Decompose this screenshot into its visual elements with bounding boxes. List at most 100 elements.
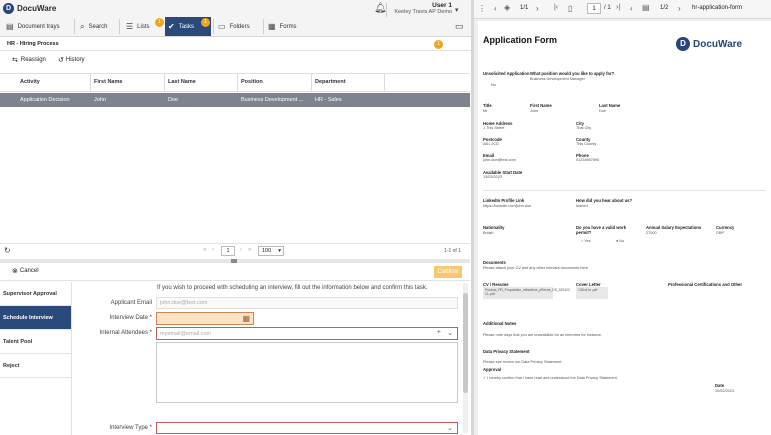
viewer-page-input[interactable]: 1 [587,3,601,14]
cell-department: HR - Sales [315,97,342,103]
user-menu[interactable]: User 1 Keeley Travis AP Demo [388,2,452,15]
doc-notes-hint: Please note days that you are unavailabl… [483,333,603,337]
nav-tasks[interactable]: ✔ Tasks 1 [165,17,211,36]
doc-label-work-permit: Do you have a valid work permit? [576,225,627,235]
doc-heading-notes: Additional Notes [483,321,517,326]
calendar-icon[interactable]: ▦ [242,314,250,323]
column-header-first-name[interactable]: First Name [94,79,122,85]
scrollbar-thumb[interactable] [463,293,468,393]
next-icon[interactable]: › [536,4,539,13]
next-page-icon[interactable]: › [240,247,242,253]
doc-value-start-date: 13/03/2023 [483,175,503,179]
doc-value-nationality: British [483,231,494,235]
lists-count-badge: 1 [155,18,164,27]
interview-type-select[interactable]: ⌄ [156,422,458,434]
sidebar-item-reject[interactable]: Reject [0,354,71,378]
brand-logo[interactable]: D DocuWare [3,3,56,14]
nav-search[interactable]: ⌕ Search [78,17,116,36]
layers-icon[interactable]: ◈ [504,3,510,12]
attendees-input[interactable]: myemail@email.com + ⌄ [156,327,458,340]
doc-value-unsolicited: No [491,83,496,87]
confirm-button[interactable]: Confirm [434,266,462,278]
first-page-icon[interactable]: « [203,247,206,253]
user-name: User 1 [432,2,452,9]
reassign-button[interactable]: ⇆ Reassign [12,56,46,64]
doc-value-position: Business Development Manager [530,77,585,81]
column-header-last-name[interactable]: Last Name [168,79,196,85]
cell-last-name: Doe [168,97,179,103]
radio-label: Yes [584,239,591,243]
add-icon[interactable]: + [437,329,441,336]
doc-label-salary: Annual Salary Expectations [646,225,702,230]
brand-name: DocuWare [17,4,57,13]
next-icon[interactable]: › [678,4,681,13]
table-row[interactable]: Application Decision John Doe Business D… [0,93,470,107]
history-icon: ↺ [58,57,64,64]
first-page-icon[interactable]: |‹ [554,4,558,11]
doc-label-position: What position would you like to apply fo… [530,71,615,76]
splitter-handle[interactable] [231,259,237,263]
nav-document-trays[interactable]: ▤ Document trays [3,17,73,36]
page-number-input[interactable]: 1 [221,246,235,256]
doc-documents-hint: Please attach your CV and any other rele… [483,266,589,270]
close-icon: ⊗ [12,268,18,275]
nav-folders[interactable]: ▭ Folders [216,17,260,36]
attendees-label: Internal Attendees * [99,330,152,336]
nav-lists[interactable]: ☰ Lists 1 [123,17,164,36]
applicant-email-label: Applicant Email [110,300,152,306]
sidebar-item-schedule-interview[interactable]: Schedule Interview [0,306,71,330]
folder-icon: ▭ [218,22,226,31]
column-header-department[interactable]: Department [315,79,346,85]
top-bar: D DocuWare 🔔︎ User 1 Keeley Travis AP De… [0,0,472,37]
cancel-button[interactable]: ⊗ Cancel [12,267,39,275]
document-icon[interactable]: ▤ [642,3,650,12]
doc-radio-no: ● No [616,239,625,243]
bell-icon[interactable]: 🔔︎ [374,3,387,14]
page-icon[interactable]: ▯ [568,4,572,13]
doc-value-first-name: John [530,109,539,113]
doc-heading-documents: Documents [483,260,506,265]
per-page-select[interactable]: 100 ▾ [258,246,284,256]
info-badge[interactable]: 1 [434,40,443,49]
chevron-down-icon[interactable]: ⌄ [447,329,453,337]
doc-label-currency: Currency [716,225,735,230]
attendees-list[interactable] [156,342,458,403]
doc-value-hear: Indeed [576,204,588,208]
last-page-icon[interactable]: ›| [616,4,620,11]
doc-value-county: This County [576,142,597,146]
more-icon[interactable]: ⋮ [478,4,486,13]
checkmark-icon: ✔ [168,22,175,31]
interview-date-field[interactable]: ▦ [156,312,254,325]
viewer-toggle-icon[interactable]: ▭ [455,21,464,32]
doc-value-email: john.doe@test.com [483,158,516,162]
pager-bar: ↻ « ‹ 1 › » 100 ▾ 1-1 of 1 [0,243,470,258]
prev-icon[interactable]: ‹ [630,4,633,13]
doc-value-phone: 01234567890 [576,158,600,162]
column-header-activity[interactable]: Activity [20,79,40,85]
prev-icon[interactable]: ‹ [494,4,497,13]
scrollbar[interactable] [463,283,468,433]
splitter[interactable] [0,259,470,263]
viewer-doc-name: hr-application-form [692,5,743,11]
sidebar-item-talent-pool[interactable]: Talent Pool [0,330,71,354]
last-page-icon[interactable]: » [248,247,251,253]
nav-forms[interactable]: ▦ Forms [266,17,306,36]
doc-heading-approval: Approval [483,367,502,372]
applicant-email-field[interactable]: john.doe@test.com [156,297,458,309]
doc-value-date: 10/02/2023 [715,389,735,393]
history-button[interactable]: ↺ History [58,56,85,64]
doc-radio-yes: ○ Yes [581,239,591,243]
prev-page-icon[interactable]: ‹ [212,247,214,253]
list-icon: ☰ [126,22,134,31]
interview-type-label: Interview Type * [109,425,152,431]
sidebar-item-label: Reject [3,362,20,369]
doc-heading-privacy: Data Privacy Statement [483,349,530,354]
chevron-down-icon[interactable]: ▾ [455,6,459,14]
refresh-icon[interactable]: ↻ [4,246,11,255]
doc-value-city: That City [576,126,592,130]
sidebar-item-supervisor-approval[interactable]: Supervisor Approval [0,282,71,306]
doc-divider [483,190,766,191]
applicant-email-value: john.doe@test.com [160,300,208,306]
doc-label-linkedin: LinkedIn Profile Link [483,198,525,203]
column-header-position[interactable]: Position [241,79,263,85]
